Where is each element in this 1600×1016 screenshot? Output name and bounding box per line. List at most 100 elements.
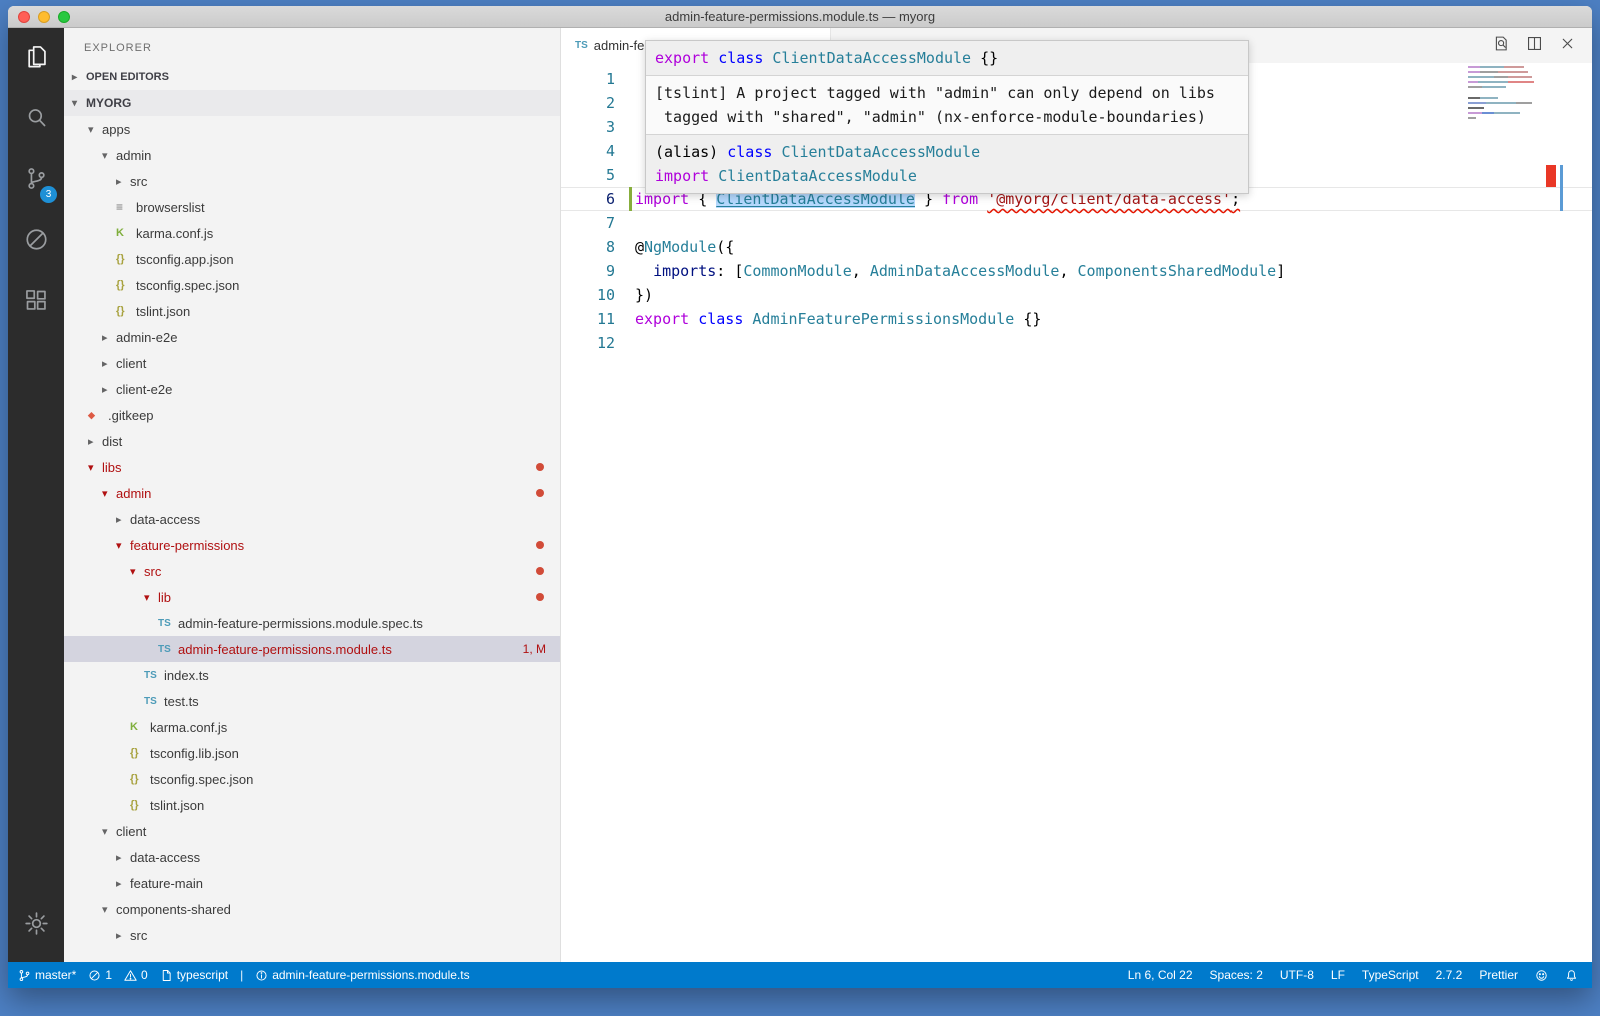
status-separator: |: [240, 968, 243, 982]
tree-file-tsconfig.spec.json[interactable]: {}tsconfig.spec.json: [64, 766, 560, 792]
tree-file-tsconfig.lib.json[interactable]: {}tsconfig.lib.json: [64, 740, 560, 766]
status-git-branch[interactable]: master*: [18, 968, 76, 982]
tree-item-label: tsconfig.lib.json: [150, 746, 239, 761]
minimize-window-button[interactable]: [38, 11, 50, 23]
code-line-7[interactable]: 7: [561, 211, 1592, 235]
tree-file-browserslist[interactable]: ≡browserslist: [64, 194, 560, 220]
code-token: imports: [653, 262, 716, 280]
chevron-down-icon: ▾: [130, 565, 144, 578]
tree-folder-src[interactable]: ▸src: [64, 168, 560, 194]
tree-file-tslint.json[interactable]: {}tslint.json: [64, 298, 560, 324]
tree-item-label: client: [116, 356, 146, 371]
status-active-file-problems[interactable]: admin-feature-permissions.module.ts: [255, 968, 469, 982]
status-warnings[interactable]: 0: [124, 968, 148, 982]
problem-dot: [536, 567, 544, 575]
tree-file-tslint.json[interactable]: {}tslint.json: [64, 792, 560, 818]
chevron-right-icon: ▸: [88, 435, 102, 448]
activity-extensions[interactable]: [8, 272, 64, 333]
split-editor-icon[interactable]: [1526, 35, 1543, 57]
code-line-8[interactable]: 8@NgModule({: [561, 235, 1592, 259]
hover-tooltip: export class ClientDataAccessModule {} [t…: [645, 40, 1249, 194]
hover-section-text: [tslint] A project tagged with "admin" c…: [646, 75, 1248, 134]
gutter-space: [615, 91, 635, 115]
root-folder-myorg[interactable]: ▾ MYORG: [64, 90, 560, 116]
code-token: ({: [716, 238, 734, 256]
close-window-button[interactable]: [18, 11, 30, 23]
tree-item-label: data-access: [130, 512, 200, 527]
tree-item-label: tsconfig.spec.json: [136, 278, 239, 293]
activity-settings[interactable]: [8, 902, 64, 950]
tree-folder-src[interactable]: ▸src: [64, 922, 560, 948]
status-bar: master* 10 typescript | admin-feature-permis…: [8, 962, 1592, 988]
tree-folder-feature-permissions[interactable]: ▾feature-permissions: [64, 532, 560, 558]
tree-folder-src[interactable]: ▾src: [64, 558, 560, 584]
tree-file-test.ts[interactable]: TStest.ts: [64, 688, 560, 714]
tree-file-index.ts[interactable]: TSindex.ts: [64, 662, 560, 688]
status-errors[interactable]: 1: [88, 968, 112, 982]
tree-folder-client[interactable]: ▸client: [64, 350, 560, 376]
tree-item-label: index.ts: [164, 668, 209, 683]
code-line-11[interactable]: 11export class AdminFeaturePermissionsMo…: [561, 307, 1592, 331]
tree-file-.gitkeep[interactable]: ◆.gitkeep: [64, 402, 560, 428]
zoom-window-button[interactable]: [58, 11, 70, 23]
debug-icon: [23, 226, 50, 258]
tree-folder-admin[interactable]: ▾admin: [64, 480, 560, 506]
status-feedback[interactable]: [1535, 969, 1548, 982]
status-ts-version[interactable]: 2.7.2: [1436, 968, 1463, 982]
bell-icon: [1565, 969, 1578, 982]
tree-file-admin-feature-permissions.module.ts[interactable]: TSadmin-feature-permissions.module.ts1, …: [64, 636, 560, 662]
code-line-9[interactable]: 9 imports: [CommonModule, AdminDataAcces…: [561, 259, 1592, 283]
open-editors-section[interactable]: ▸ OPEN EDITORS: [64, 64, 560, 90]
tree-folder-feature-main[interactable]: ▸feature-main: [64, 870, 560, 896]
status-language-mode[interactable]: TypeScript: [1362, 968, 1419, 982]
tree-folder-dist[interactable]: ▸dist: [64, 428, 560, 454]
tree-folder-admin-e2e[interactable]: ▸admin-e2e: [64, 324, 560, 350]
status-cursor-position[interactable]: Ln 6, Col 22: [1128, 968, 1193, 982]
tree-file-admin-feature-permissions.module.spec.ts[interactable]: TSadmin-feature-permissions.module.spec.…: [64, 610, 560, 636]
status-formatter-prettier[interactable]: Prettier: [1479, 968, 1518, 982]
status-notifications[interactable]: [1565, 969, 1578, 982]
tree-folder-libs[interactable]: ▾libs: [64, 454, 560, 480]
tree-folder-apps[interactable]: ▾apps: [64, 116, 560, 142]
tree-folder-components-shared[interactable]: ▾components-shared: [64, 896, 560, 922]
tree-file-tsconfig.app.json[interactable]: {}tsconfig.app.json: [64, 246, 560, 272]
code-line-12[interactable]: 12: [561, 331, 1592, 355]
list-file-icon: ≡: [116, 200, 136, 214]
activity-debug[interactable]: [8, 211, 64, 272]
chevron-right-icon: ▸: [72, 72, 86, 83]
status-formatter[interactable]: typescript: [160, 968, 228, 982]
branch-icon: [18, 969, 31, 982]
code-line-10[interactable]: 10}): [561, 283, 1592, 307]
tree-file-tsconfig.spec.json[interactable]: {}tsconfig.spec.json: [64, 272, 560, 298]
status-encoding[interactable]: UTF-8: [1280, 968, 1314, 982]
activity-search[interactable]: [8, 89, 64, 150]
activity-explorer[interactable]: [8, 28, 64, 89]
file-status-badge: 1, M: [523, 642, 546, 656]
tree-folder-client[interactable]: ▾client: [64, 818, 560, 844]
close-editor-icon[interactable]: [1559, 35, 1576, 57]
activity-source-control[interactable]: 3: [8, 150, 64, 211]
tree-folder-data-access[interactable]: ▸data-access: [64, 506, 560, 532]
code-token: {}: [1014, 310, 1041, 328]
doc-icon: [160, 969, 173, 982]
code-token: ,: [1059, 262, 1077, 280]
tree-file-karma.conf.js[interactable]: Kkarma.conf.js: [64, 714, 560, 740]
status-label: typescript: [177, 968, 228, 982]
tree-folder-admin[interactable]: ▾admin: [64, 142, 560, 168]
tree-folder-client-e2e[interactable]: ▸client-e2e: [64, 376, 560, 402]
activity-bar: 3: [8, 28, 64, 962]
overview-scroll-marker: [1560, 165, 1563, 211]
hover-section-code: export class ClientDataAccessModule {}: [646, 41, 1248, 75]
tree-folder-lib[interactable]: ▾lib: [64, 584, 560, 610]
tree-file-karma.conf.js[interactable]: Kkarma.conf.js: [64, 220, 560, 246]
status-indentation[interactable]: Spaces: 2: [1210, 968, 1263, 982]
minimap[interactable]: [1468, 66, 1536, 122]
status-eol[interactable]: LF: [1331, 968, 1345, 982]
tree-folder-data-access[interactable]: ▸data-access: [64, 844, 560, 870]
hover-line: export class ClientDataAccessModule {}: [655, 46, 1239, 70]
chevron-right-icon: ▸: [102, 331, 116, 344]
open-preview-icon[interactable]: [1493, 35, 1510, 57]
overview-error-marker: [1546, 165, 1556, 187]
code-token: NgModule: [644, 238, 716, 256]
code-area[interactable]: 123;4';56import { ClientDataAccessModule…: [561, 63, 1592, 962]
